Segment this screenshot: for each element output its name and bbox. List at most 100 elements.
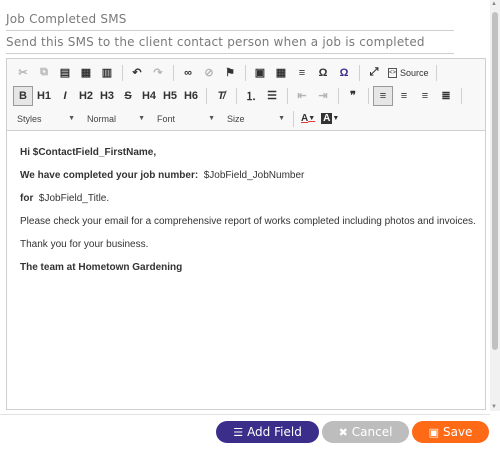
- chevron-down-icon: ▼: [308, 115, 316, 122]
- special-char-alt-icon[interactable]: Ω: [334, 63, 354, 83]
- align-center-icon[interactable]: ≡: [394, 86, 414, 106]
- redo-icon[interactable]: ↷: [148, 63, 168, 83]
- table-icon[interactable]: ▦: [271, 63, 291, 83]
- editor-content-area[interactable]: Hi $ContactField_FirstName, We have comp…: [7, 132, 485, 409]
- chevron-down-icon: ▼: [332, 115, 340, 122]
- format-dropdown[interactable]: Normal ▼: [83, 110, 149, 128]
- toolbar-separator: [245, 64, 246, 81]
- toolbar-separator: [287, 87, 288, 104]
- clear-format-icon[interactable]: T̸: [211, 86, 231, 106]
- bold-button[interactable]: B: [13, 85, 33, 106]
- h5-button[interactable]: H5: [160, 86, 180, 106]
- font-label: Font: [157, 113, 176, 124]
- special-char-icon[interactable]: Ω: [313, 63, 333, 83]
- h6-button[interactable]: H6: [181, 86, 201, 106]
- size-label: Size: [227, 113, 245, 124]
- h1-button[interactable]: H1: [34, 86, 54, 106]
- add-field-label: Add Field: [247, 425, 302, 439]
- h4-button[interactable]: H4: [139, 86, 159, 106]
- cut-icon[interactable]: ✂: [13, 63, 33, 83]
- toolbar-separator: [338, 87, 339, 104]
- chevron-down-icon: ▼: [68, 115, 75, 122]
- toolbar-separator: [173, 64, 174, 81]
- size-dropdown[interactable]: Size ▼: [223, 110, 289, 128]
- horizontal-line-icon[interactable]: ≡: [292, 63, 312, 83]
- undo-icon[interactable]: ↶: [127, 63, 147, 83]
- scroll-down-icon[interactable]: ▼: [491, 404, 497, 410]
- page-scrollbar[interactable]: ▲ ▼: [490, 0, 500, 411]
- bulleted-list-icon[interactable]: ☰: [262, 86, 282, 106]
- source-icon: <>: [388, 67, 397, 78]
- unlink-icon[interactable]: ⊘: [199, 63, 219, 83]
- message-line: Please check your email for a comprehens…: [20, 216, 476, 227]
- toolbar-separator: [435, 64, 437, 81]
- toolbar-separator: [206, 87, 207, 104]
- strikethrough-button[interactable]: S: [118, 86, 138, 106]
- maximize-icon[interactable]: ⤢: [364, 63, 384, 83]
- font-dropdown[interactable]: Font ▼: [153, 110, 219, 128]
- message-line: The team at Hometown Gardening: [20, 262, 182, 273]
- toolbar-separator: [122, 64, 123, 81]
- toolbar-separator: [359, 64, 360, 81]
- cancel-button[interactable]: ✖ Cancel: [322, 421, 409, 443]
- styles-label: Styles: [17, 113, 42, 124]
- job-title-field-token: $JobField_Title.: [38, 193, 110, 204]
- message-line: for $JobField_Title.: [20, 193, 109, 204]
- outdent-icon[interactable]: ⇤: [292, 86, 312, 106]
- toolbar-row-3: Styles ▼ Normal ▼ Font ▼ Size ▼ A ▼ A ▼: [13, 107, 481, 130]
- list-icon: ☰: [233, 425, 244, 439]
- save-icon: ▣: [428, 425, 439, 439]
- copy-icon[interactable]: ⧉: [34, 63, 54, 83]
- save-label: Save: [442, 425, 473, 439]
- scrollbar-thumb[interactable]: [492, 12, 498, 350]
- numbered-list-icon[interactable]: ⒈: [241, 86, 261, 106]
- h3-button[interactable]: H3: [97, 86, 117, 106]
- cancel-label: Cancel: [351, 425, 393, 439]
- toolbar-separator: [368, 87, 369, 104]
- paste-word-icon[interactable]: ▥: [97, 63, 117, 83]
- format-label: Normal: [87, 113, 117, 124]
- background-color-button[interactable]: A ▼: [318, 110, 342, 128]
- signature-text: The team at Hometown Gardening: [20, 262, 183, 273]
- justify-icon[interactable]: ≣: [436, 86, 456, 106]
- toolbar-separator: [293, 110, 294, 127]
- italic-button[interactable]: I: [55, 86, 75, 106]
- bg-color-label: A: [321, 113, 333, 124]
- add-field-button[interactable]: ☰ Add Field: [216, 421, 319, 443]
- source-button[interactable]: <> Source: [385, 63, 432, 83]
- toolbar-separator: [461, 87, 462, 104]
- dialog-footer: ☰ Add Field ✖ Cancel ▣ Save: [0, 414, 490, 450]
- anchor-flag-icon[interactable]: ⚑: [220, 63, 240, 83]
- message-line: We have completed your job number: $JobF…: [20, 170, 304, 181]
- toolbar-row-1: ✂ ⧉ ▤ ▦ ▥ ↶ ↷ ∞ ⊘ ⚑ ▣ ▦ ≡ Ω Ω ⤢ <> Source: [13, 61, 481, 84]
- job-number-field-token: $JobField_JobNumber: [203, 170, 305, 181]
- scroll-up-icon[interactable]: ▲: [491, 1, 497, 7]
- image-icon[interactable]: ▣: [250, 63, 270, 83]
- align-right-icon[interactable]: ≡: [415, 86, 435, 106]
- text-color-button[interactable]: A ▼: [298, 110, 318, 128]
- toolbar-row-2: B H1 I H2 H3 S H4 H5 H6 T̸ ⒈ ☰ ⇤ ⇥ ❞ ≡ ≡…: [13, 84, 481, 107]
- message-line: Thank you for your business.: [20, 239, 149, 250]
- source-label: Source: [400, 67, 429, 78]
- chevron-down-icon: ▼: [208, 115, 215, 122]
- message-line: Hi $ContactField_FirstName,: [20, 147, 156, 158]
- text-color-label: A: [301, 113, 309, 124]
- h2-button[interactable]: H2: [76, 86, 96, 106]
- bold-text: We have completed your job number:: [20, 170, 199, 181]
- rich-text-editor[interactable]: ✂ ⧉ ▤ ▦ ▥ ↶ ↷ ∞ ⊘ ⚑ ▣ ▦ ≡ Ω Ω ⤢ <> Source…: [6, 58, 486, 410]
- chevron-down-icon: ▼: [278, 115, 285, 122]
- link-icon[interactable]: ∞: [178, 63, 198, 83]
- close-icon: ✖: [338, 425, 348, 439]
- styles-dropdown[interactable]: Styles ▼: [13, 110, 79, 128]
- paste-text-icon[interactable]: ▦: [76, 63, 96, 83]
- sms-name-field[interactable]: Job Completed SMS: [6, 9, 454, 31]
- blockquote-icon[interactable]: ❞: [343, 86, 363, 106]
- toolbar-separator: [236, 87, 237, 104]
- save-button[interactable]: ▣ Save: [412, 421, 489, 443]
- indent-icon[interactable]: ⇥: [313, 86, 333, 106]
- align-left-icon[interactable]: ≡: [373, 85, 393, 106]
- paste-icon[interactable]: ▤: [55, 63, 75, 83]
- editor-toolbar: ✂ ⧉ ▤ ▦ ▥ ↶ ↷ ∞ ⊘ ⚑ ▣ ▦ ≡ Ω Ω ⤢ <> Source…: [7, 59, 485, 131]
- sms-description-field[interactable]: Send this SMS to the client contact pers…: [6, 32, 454, 54]
- bold-text: for: [20, 193, 34, 204]
